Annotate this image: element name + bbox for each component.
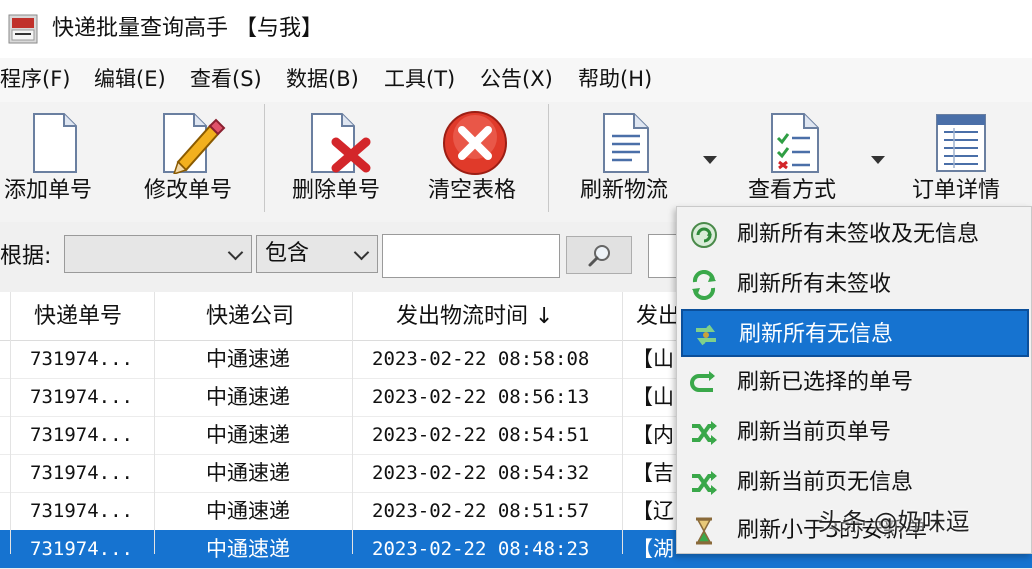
menu-tools[interactable]: 工具(T) (384, 64, 455, 94)
document-icon (33, 113, 77, 173)
shuffle-icon (692, 471, 717, 495)
menu-edit[interactable]: 编辑(E) (94, 64, 166, 94)
hourglass-icon (696, 517, 712, 545)
header-courier-company[interactable]: 快递公司 (206, 302, 294, 332)
column-divider (622, 292, 623, 554)
menu-view[interactable]: 查看(S) (190, 64, 262, 94)
clear-red-x-icon (443, 111, 507, 175)
menu-item-refresh-noinfo[interactable]: 刷新所有无信息 (681, 309, 1029, 357)
menu-item-refresh-unsigned-and-noinfo[interactable]: 刷新所有未签收及无信息 (681, 211, 1029, 259)
search-button[interactable] (566, 236, 632, 274)
search-icon (588, 245, 610, 267)
menu-item-refresh-current-page[interactable]: 刷新当前页单号 (681, 409, 1029, 457)
column-divider (352, 292, 353, 554)
refresh-circle-icon (691, 222, 717, 248)
filter-text-input[interactable] (382, 234, 560, 278)
order-detail-button[interactable]: 订单详情 (906, 102, 1026, 220)
view-dropdown-caret-icon[interactable] (871, 156, 885, 164)
checklist-icon (771, 113, 819, 173)
refresh-dropdown-menu: 刷新所有未签收及无信息 刷新所有未签收 刷新所有无信息 刷新已选择的单号 刷新当… (676, 206, 1032, 554)
header-dispatch-time[interactable]: 发出物流时间 ↓ (396, 302, 553, 332)
refresh-arrows-icon (692, 270, 716, 300)
view-mode-button[interactable]: 查看方式 (744, 102, 854, 220)
toolbar: 添加单号 修改单号 删除单号 清空表格 刷新物流 查看方式 订单详情 (0, 102, 1032, 222)
toolbar-separator (264, 104, 265, 212)
menu-item-refresh-unsigned[interactable]: 刷新所有未签收 (681, 261, 1029, 309)
add-number-button[interactable]: 添加单号 (0, 102, 110, 220)
delete-number-button[interactable]: 删除单号 (288, 102, 398, 220)
clear-table-button[interactable]: 清空表格 (424, 102, 534, 220)
chevron-down-icon (353, 244, 370, 261)
column-divider (10, 292, 11, 554)
edit-pencil-icon (163, 113, 226, 174)
edit-number-button[interactable]: 修改单号 (140, 102, 250, 220)
refresh-noinfo-icon (696, 324, 716, 346)
menu-program[interactable]: 程序(F) (0, 64, 70, 94)
filter-field-select[interactable] (64, 235, 252, 273)
menu-item-refresh-selected[interactable]: 刷新已选择的单号 (681, 359, 1029, 407)
delete-document-icon (311, 113, 371, 173)
menu-help[interactable]: 帮助(H) (578, 64, 652, 94)
refresh-dropdown-caret-icon[interactable] (703, 156, 717, 164)
header-origin[interactable]: 发出 (636, 302, 680, 332)
menu-item-refresh-current-page-noinfo[interactable]: 刷新当前页无信息 (681, 459, 1029, 507)
refresh-logistics-button[interactable]: 刷新物流 (576, 102, 680, 220)
app-logo-icon (8, 14, 38, 44)
menu-notice[interactable]: 公告(X) (480, 64, 553, 94)
header-tracking-number[interactable]: 快递单号 (34, 302, 122, 332)
column-divider (154, 292, 155, 554)
filter-label: 根据: (0, 244, 52, 269)
window-title: 快递批量查询高手 【与我】 (52, 16, 323, 41)
table-document-icon (936, 114, 986, 172)
title-bar: 快递批量查询高手 【与我】 (0, 0, 1032, 58)
menu-bar: 程序(F) 编辑(E) 查看(S) 数据(B) 工具(T) 公告(X) 帮助(H… (0, 58, 1032, 102)
chevron-down-icon (227, 244, 244, 261)
refresh-selected-icon (690, 371, 715, 392)
watermark-text: 头条 @奶味逗 (818, 508, 970, 536)
toolbar-separator (548, 104, 549, 212)
filter-operator-select[interactable]: 包含 (256, 235, 378, 273)
shuffle-icon (692, 421, 717, 445)
menu-data[interactable]: 数据(B) (286, 64, 359, 94)
list-document-icon (603, 113, 649, 173)
